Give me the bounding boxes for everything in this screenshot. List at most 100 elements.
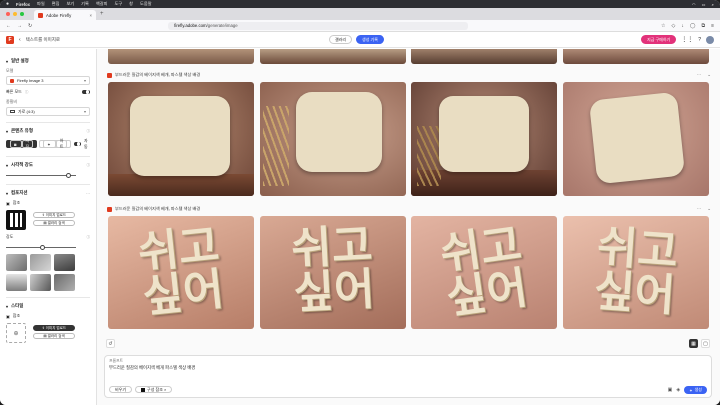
download-icon[interactable]: ↓ bbox=[681, 23, 684, 29]
prompt-label: 프롬프트 bbox=[109, 359, 123, 363]
menu-edit[interactable]: 편집 bbox=[52, 1, 60, 7]
pocket-icon[interactable]: ◇ bbox=[672, 23, 676, 29]
add-image-icon: ⊕ bbox=[13, 330, 19, 337]
fast-mode-toggle[interactable] bbox=[82, 89, 90, 95]
upload-image-button[interactable]: ⇪ 이미지 업로드 bbox=[33, 212, 75, 218]
content-photo-button[interactable]: ◙ 사진 bbox=[6, 138, 38, 149]
composition-header[interactable]: ▾ 컴포지션 ··· bbox=[6, 190, 90, 196]
model-select[interactable]: Firefly Image 3 ▾ bbox=[6, 76, 90, 85]
generated-image[interactable]: 쉬고 싶어 bbox=[108, 216, 254, 329]
style-header[interactable]: ▾ 스타일 bbox=[6, 303, 90, 309]
info-icon[interactable]: ⓘ bbox=[87, 163, 91, 168]
slider-handle[interactable] bbox=[66, 172, 71, 178]
preset-thumbnail[interactable] bbox=[54, 254, 75, 271]
chevron-down-icon[interactable]: ⌄ bbox=[707, 206, 711, 212]
single-view-icon[interactable]: ▢ bbox=[701, 339, 710, 348]
upgrade-button[interactable]: 지금 구매하기 bbox=[641, 35, 677, 44]
preset-thumbnail[interactable] bbox=[6, 274, 27, 291]
menu-icon[interactable]: ≡ bbox=[711, 23, 714, 29]
visual-intensity-header[interactable]: ▾ 시각적 강도 ⓘ bbox=[6, 162, 90, 168]
style-actions: ⇪ 이미지 업로드 ▤ 갤러리 검색 bbox=[33, 325, 75, 339]
extensions-icon[interactable]: ⧉ bbox=[702, 23, 706, 29]
generated-image[interactable] bbox=[108, 82, 254, 196]
generated-image[interactable]: 쉬고 싶어 bbox=[563, 216, 709, 329]
menu-help[interactable]: 도움말 bbox=[140, 1, 152, 7]
generated-image[interactable]: 쉬고 싶어 bbox=[411, 216, 557, 329]
generated-image[interactable] bbox=[108, 49, 254, 64]
minimize-window-icon[interactable] bbox=[13, 12, 17, 16]
close-tab-icon[interactable]: × bbox=[89, 13, 92, 18]
info-icon[interactable]: ⓘ bbox=[87, 235, 91, 240]
chevron-down-icon[interactable]: ⌄ bbox=[707, 72, 711, 78]
effects-icon[interactable]: ◈ bbox=[676, 387, 680, 393]
reload-icon[interactable]: ↻ bbox=[28, 23, 32, 29]
gallery-button[interactable]: 갤러리 bbox=[329, 35, 353, 44]
forward-icon[interactable]: → bbox=[17, 23, 22, 29]
auto-toggle[interactable] bbox=[74, 141, 81, 147]
aspect-select[interactable]: 가로 (4:3) ▾ bbox=[6, 107, 90, 116]
info-icon[interactable]: ⓘ bbox=[87, 129, 91, 134]
more-options-icon[interactable]: ··· bbox=[697, 72, 702, 78]
close-window-icon[interactable] bbox=[6, 12, 10, 16]
menu-window[interactable]: 창 bbox=[129, 1, 133, 7]
menu-view[interactable]: 보기 bbox=[66, 1, 74, 7]
generate-button[interactable]: ✦ 생성 bbox=[684, 386, 707, 394]
content-type-header[interactable]: ▾ 콘텐츠 유형 ⓘ bbox=[6, 128, 90, 134]
content-art-button[interactable]: ✦ 아트 bbox=[39, 138, 72, 149]
button-label: 이미지 업로드 bbox=[45, 212, 67, 217]
history-icon[interactable]: ↺ bbox=[106, 339, 115, 348]
grid-view-icon[interactable]: ▦ bbox=[689, 339, 698, 348]
general-settings-header[interactable]: ▾ 일반 설정 bbox=[6, 58, 90, 64]
menu-history[interactable]: 기록 bbox=[81, 1, 89, 7]
preset-thumbnail[interactable] bbox=[30, 274, 51, 291]
reference-thumbnail[interactable] bbox=[6, 210, 26, 230]
visual-intensity-slider[interactable] bbox=[6, 172, 90, 178]
menu-file[interactable]: 파일 bbox=[37, 1, 45, 7]
style-reference-dropzone[interactable]: ⊕ bbox=[6, 323, 26, 343]
apps-grid-icon[interactable]: ⋮⋮ bbox=[681, 36, 693, 43]
avatar[interactable] bbox=[706, 35, 714, 44]
menu-firefox[interactable]: Firefox bbox=[16, 2, 30, 7]
gallery-search-button[interactable]: ▤ 갤러리 검색 bbox=[33, 333, 75, 339]
more-options-icon[interactable]: ··· bbox=[697, 206, 702, 212]
generated-image[interactable] bbox=[260, 49, 406, 64]
wifi-icon[interactable]: ◠ bbox=[692, 2, 696, 7]
generated-image[interactable] bbox=[411, 82, 557, 196]
generated-image[interactable] bbox=[411, 49, 557, 64]
browser-tab[interactable]: Adobe Firefly × bbox=[34, 10, 96, 20]
image-settings-icon[interactable]: ▣ bbox=[668, 387, 673, 393]
apple-icon[interactable]: ● bbox=[6, 1, 9, 7]
slider-handle[interactable] bbox=[40, 244, 45, 250]
menu-bookmarks[interactable]: 책갈피 bbox=[96, 1, 108, 7]
bookmark-star-icon[interactable]: ☆ bbox=[661, 23, 665, 29]
generated-image[interactable] bbox=[563, 49, 709, 64]
firefly-logo-icon[interactable]: F bbox=[6, 35, 14, 44]
zoom-window-icon[interactable] bbox=[20, 12, 24, 16]
composition-reference-chip[interactable]: 구성 참조 × bbox=[135, 386, 173, 393]
clear-chip[interactable]: 비우기 bbox=[109, 386, 133, 393]
account-icon[interactable]: ◯ bbox=[690, 23, 696, 29]
back-icon[interactable]: ← bbox=[6, 23, 11, 29]
preset-thumbnail[interactable] bbox=[54, 274, 75, 291]
content-type-segmented: ◙ 사진 ✦ 아트 bbox=[6, 138, 72, 149]
gallery-search-button[interactable]: ▤ 갤러리 검색 bbox=[33, 220, 75, 226]
generated-image[interactable] bbox=[260, 82, 406, 196]
new-tab-icon[interactable]: + bbox=[100, 11, 104, 17]
generated-image[interactable]: 쉬고 싶어 bbox=[260, 216, 406, 329]
search-icon[interactable]: ⌕ bbox=[712, 2, 714, 7]
menu-tools[interactable]: 도구 bbox=[114, 1, 122, 7]
prompt-input[interactable]: 부드러운 질감의 베이지색 베개 파스텔 색상 배경 bbox=[109, 365, 195, 371]
help-icon[interactable]: ? bbox=[698, 37, 701, 43]
fast-mode-row: 빠른 모드 ⓘ bbox=[6, 89, 90, 95]
more-options-icon[interactable]: ··· bbox=[86, 191, 90, 196]
back-arrow-icon[interactable]: ‹ bbox=[19, 37, 21, 43]
info-icon[interactable]: ⓘ bbox=[25, 90, 29, 95]
history-button[interactable]: 생성 기록 bbox=[356, 35, 384, 44]
upload-image-button[interactable]: ⇪ 이미지 업로드 bbox=[33, 325, 75, 331]
preset-thumbnail[interactable] bbox=[6, 254, 27, 271]
strength-slider[interactable] bbox=[6, 244, 90, 250]
preset-thumbnail[interactable] bbox=[30, 254, 51, 271]
generated-image[interactable] bbox=[563, 82, 709, 196]
battery-icon[interactable]: ▭ bbox=[702, 2, 706, 7]
address-bar[interactable]: firefly.adobe.com /generate/image bbox=[168, 21, 469, 30]
